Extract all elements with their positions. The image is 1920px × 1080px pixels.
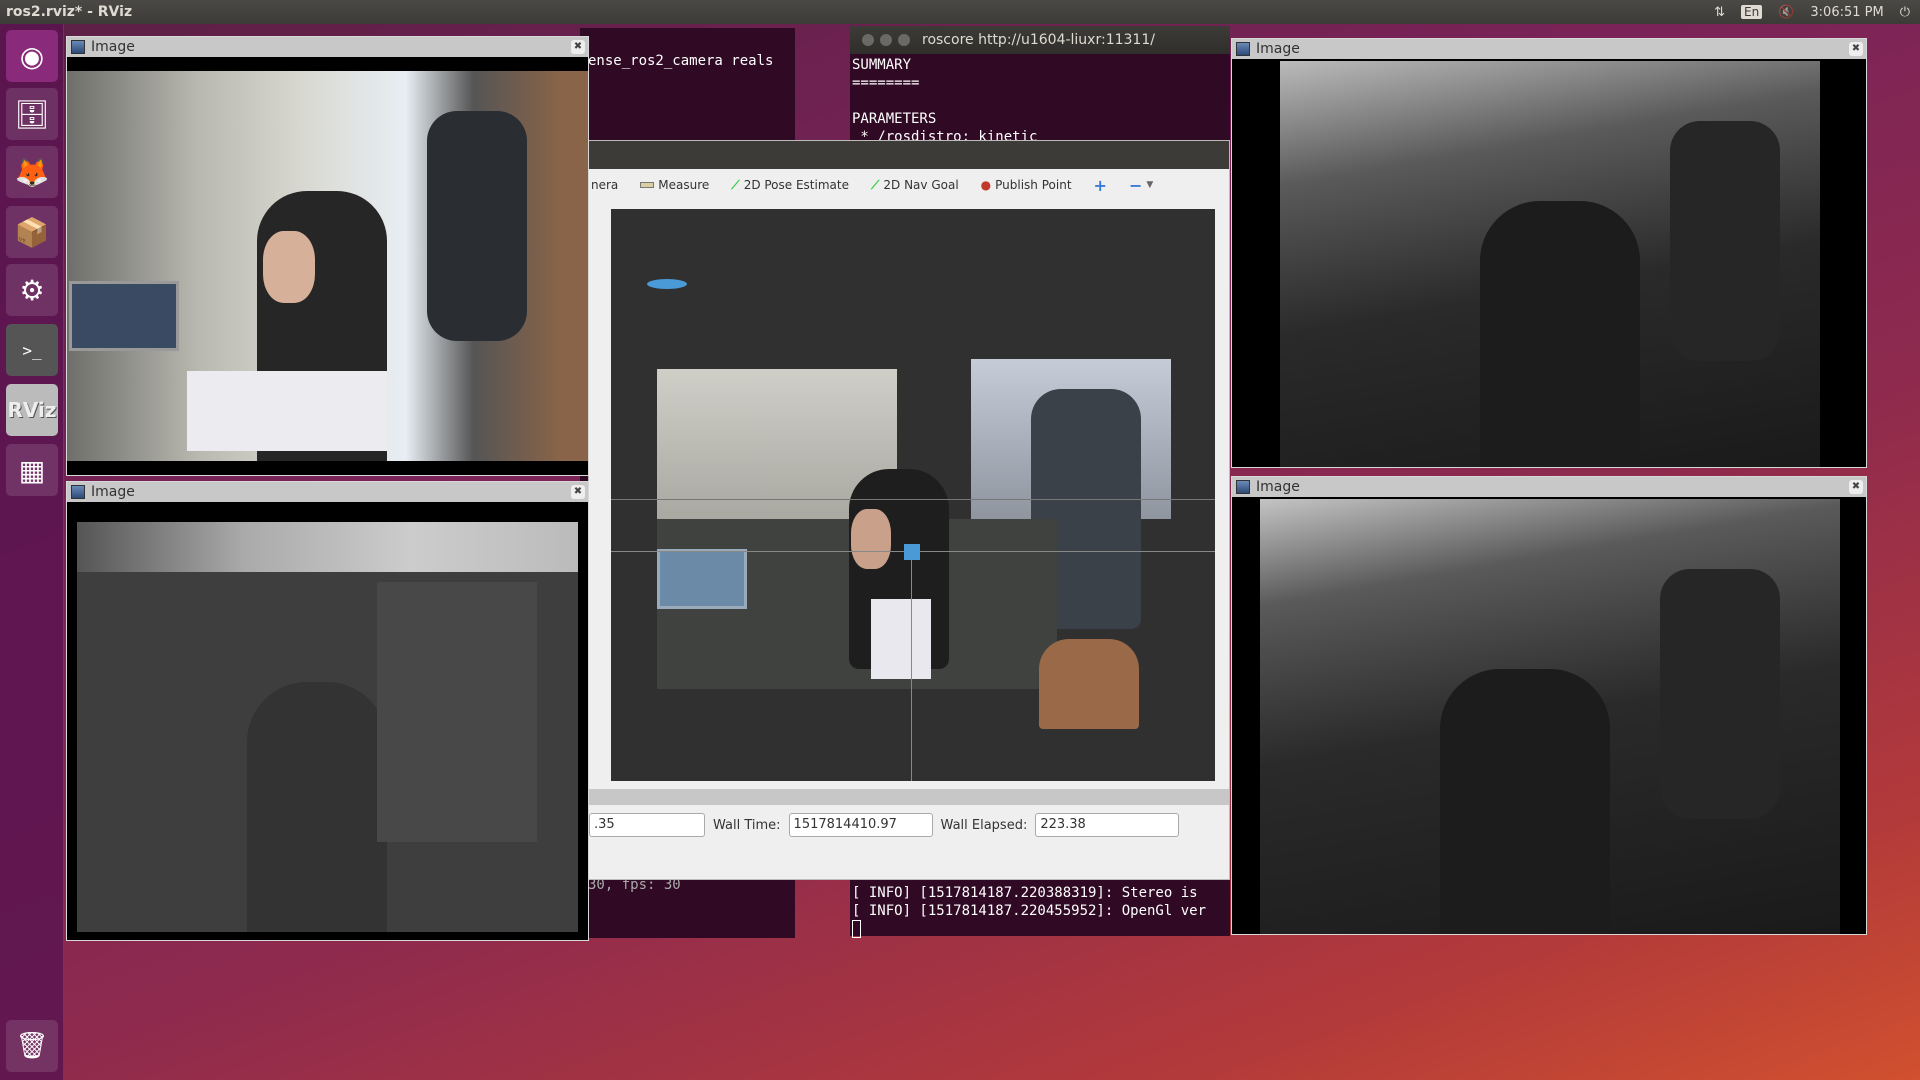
depth-panel [377,582,537,842]
point-cloud-monitor [657,549,747,609]
wall-time-label: Wall Time: [713,817,781,833]
indicator-area: ⇅ En 🔇 3:06:51 PM ⏻ [1714,5,1920,20]
green-arrow-icon: ⟋ [731,177,740,192]
rviz-menubar-area [589,141,1229,169]
image-window-title: Image [91,484,135,500]
terminal-left-line: ense_ros2_camera reals [588,53,774,69]
green-arrow-icon: ⟋ [870,177,880,192]
person-face [263,231,315,303]
firefox-icon[interactable]: 🦊 [6,146,58,198]
3d-viewport[interactable] [611,209,1215,781]
network-icon[interactable]: ⇅ [1714,5,1725,20]
image-window-titlebar[interactable]: Image ✖ [1232,39,1866,59]
point-cloud-person-shirt [871,599,931,679]
maximize-icon[interactable] [898,34,910,46]
image-icon [1236,42,1250,56]
ir-person [1480,201,1640,467]
tool-measure[interactable]: Measure [640,178,709,192]
depth-image [77,522,578,932]
coat [427,111,527,341]
terminal-line: SUMMARY [852,57,912,73]
point-cloud-person-face [851,509,891,569]
image-window-color: Image ✖ [66,36,589,476]
remove-tool-button[interactable]: − ▼ [1129,176,1153,195]
terminal-log-line: [ INFO] [1517814187.220388319]: Stereo i… [852,885,1198,901]
terminal-roscore-title: roscore http://u1604-liuxr:11311/ [922,32,1155,48]
wall-elapsed-field[interactable]: 223.38 [1035,813,1180,837]
close-icon[interactable]: ✖ [571,40,585,54]
trash-icon[interactable]: 🗑 [6,1020,58,1072]
image-window-titlebar[interactable]: Image ✖ [67,482,588,502]
image-icon [71,485,85,499]
image-window-titlebar[interactable]: Image ✖ [67,37,588,57]
map-pin-icon: ● [980,178,992,192]
close-icon[interactable]: ✖ [571,485,585,499]
terminal-line: PARAMETERS [852,111,937,127]
terminal-icon[interactable]: >_ [6,324,58,376]
infrared-image-2 [1260,499,1840,934]
wall-time-field[interactable]: 1517814410.97 [788,813,933,837]
image-window-infrared-2: Image ✖ [1231,476,1867,935]
volume-muted-icon[interactable]: 🔇 [1778,5,1794,20]
keyboard-layout-indicator[interactable]: En [1741,5,1763,19]
window-title: ros2.rviz* - RViz [6,4,133,20]
image-window-titlebar[interactable]: Image ✖ [1232,477,1866,497]
person-shirt [187,371,387,451]
ruler-icon [640,182,655,188]
minimize-icon[interactable] [880,34,892,46]
ir-person [1440,669,1610,934]
infrared-image-1 [1280,61,1820,467]
grid-line [611,499,1215,500]
image-window-title: Image [1256,479,1300,495]
image-window-title: Image [1256,41,1300,57]
chevron-down-icon: ▼ [1146,180,1154,190]
close-icon[interactable] [862,34,874,46]
launcher: ◉ 🗄 🦊 📦 ⚙ >_ RViz ▦ 🗑 [0,24,64,1080]
tool-2d-nav-goal[interactable]: ⟋ 2D Nav Goal [871,178,959,193]
viewport-bottom-splitter[interactable] [589,789,1229,805]
depth-person [247,682,387,932]
add-tool-button[interactable]: + [1094,176,1107,195]
system-settings-icon[interactable]: ⚙ [6,264,58,316]
clock[interactable]: 3:06:51 PM [1810,5,1883,20]
point-cloud-blue-blob [647,279,687,289]
workspace-switcher-icon[interactable]: ▦ [6,444,58,496]
close-icon[interactable]: ✖ [1849,42,1863,56]
rviz-icon[interactable]: RViz [6,384,58,436]
image-icon [1236,480,1250,494]
terminal-cursor [852,920,861,938]
ubuntu-dash-icon[interactable]: ◉ [6,30,58,82]
depth-ceiling [77,522,578,572]
image-icon [71,40,85,54]
close-icon[interactable]: ✖ [1849,480,1863,494]
terminal-roscore-titlebar: roscore http://u1604-liuxr:11311/ [850,26,1230,54]
terminal-log-line: [ INFO] [1517814187.220455952]: OpenGl v… [852,903,1207,919]
tool-publish-point[interactable]: ● Publish Point [981,178,1072,192]
top-panel: ros2.rviz* - RViz ⇅ En 🔇 3:06:51 PM ⏻ [0,0,1920,24]
image-window-infrared-1: Image ✖ [1231,38,1867,468]
laptop [69,281,179,351]
ir-coat [1670,121,1780,361]
wall-elapsed-label: Wall Elapsed: [940,817,1028,833]
tf-frame-marker [904,544,920,560]
terminal-line: ======== [852,75,920,91]
point-cloud-chair [1039,639,1139,729]
ir-coat [1660,569,1780,819]
image-window-title: Image [91,39,135,55]
tool-2d-pose-estimate[interactable]: ⟋ 2D Pose Estimate [731,178,849,193]
image-window-depth: Image ✖ [66,481,589,941]
rviz-toolbar: nera Measure ⟋ 2D Pose Estimate ⟋ 2D Nav… [589,171,1229,199]
minus-icon: − [1128,175,1143,195]
software-install-icon[interactable]: 📦 [6,206,58,258]
tool-camera[interactable]: nera [591,178,618,192]
ros-elapsed-field[interactable]: .35 [589,813,705,837]
rviz-window: nera Measure ⟋ 2D Pose Estimate ⟋ 2D Nav… [588,140,1230,880]
time-panel: .35 Wall Time: 1517814410.97 Wall Elapse… [589,805,1229,845]
plus-icon: + [1093,175,1107,195]
power-icon[interactable]: ⏻ [1900,5,1910,20]
color-image [67,71,588,461]
grid-line [911,559,912,781]
files-icon[interactable]: 🗄 [6,88,58,140]
